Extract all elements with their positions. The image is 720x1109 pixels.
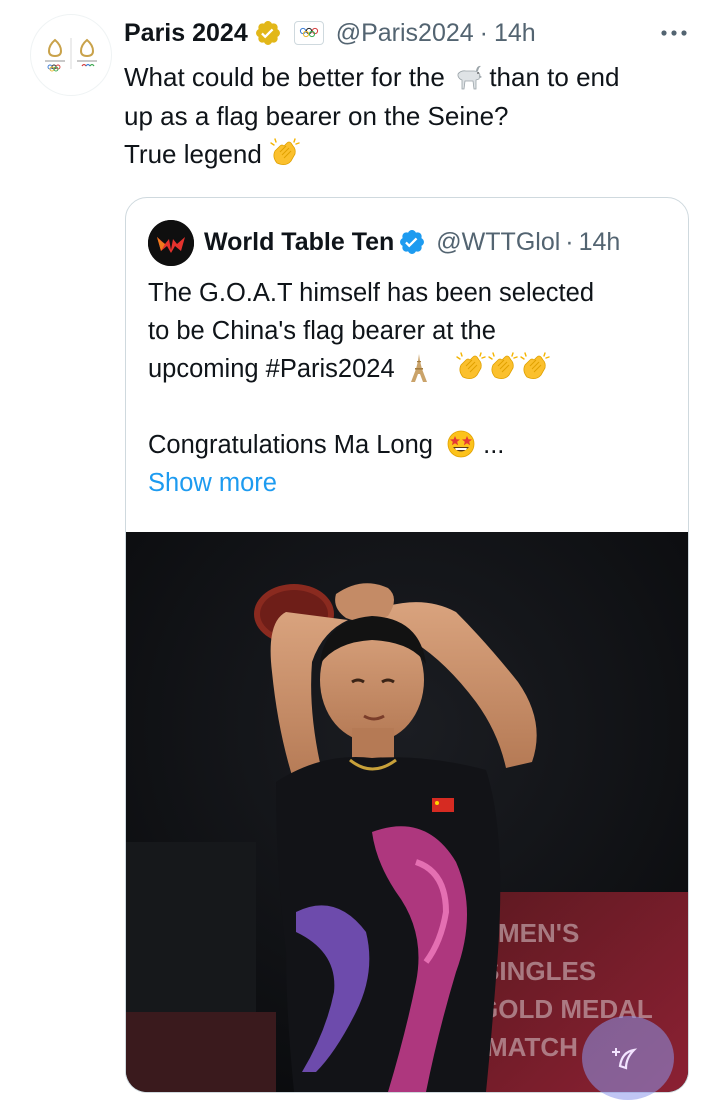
tweet-body: What could be better for the than to end… <box>124 58 704 174</box>
svg-text:MEN'S: MEN'S <box>498 918 579 948</box>
quoted-author-handle[interactable]: @WTTGlol <box>436 228 560 257</box>
quoted-tweet-card[interactable]: World Table Ten @WTTGlol · 14h The G.O.A… <box>125 197 689 1093</box>
eiffel-tower-emoji-icon <box>408 353 434 383</box>
show-more-link[interactable]: Show more <box>148 464 668 502</box>
quoted-text-ellipsis: ... <box>483 431 505 459</box>
more-options-icon[interactable] <box>656 16 692 50</box>
star-struck-emoji-icon <box>446 429 476 459</box>
tweet-text-line-3: True legend <box>124 139 262 169</box>
goat-emoji-icon <box>452 62 483 92</box>
quoted-author-display-name[interactable]: World Table Ten <box>204 228 394 257</box>
author-display-name[interactable]: Paris 2024 <box>124 19 248 48</box>
clapping-hands-emoji-icon <box>269 137 300 167</box>
watermark-icon <box>612 1048 638 1070</box>
quoted-text-line-4: Congratulations Ma Long <box>148 431 433 459</box>
svg-text:SINGLES: SINGLES <box>482 956 596 986</box>
quoted-tweet-body: The G.O.A.T himself has been selected to… <box>148 274 668 502</box>
tweet-text-line-2: up as a flag bearer on the Seine? <box>124 100 509 131</box>
quoted-text-line-1: The G.O.A.T himself has been selected <box>148 279 595 307</box>
olympic-rings-icon[interactable] <box>293 21 324 45</box>
quoted-tweet-photo[interactable]: MEN'S SINGLES GOLD MEDAL MATCH <box>126 532 688 1092</box>
photo-table-tennis-player-icon: MEN'S SINGLES GOLD MEDAL MATCH <box>126 532 688 1092</box>
quoted-author-avatar[interactable] <box>148 220 194 266</box>
tweet-header: Paris 2024 @Paris2024 · 14h <box>124 14 692 52</box>
svg-text:MATCH: MATCH <box>486 1032 578 1062</box>
blue-verified-badge-icon[interactable] <box>398 228 426 256</box>
gold-verified-badge-icon[interactable] <box>254 19 282 47</box>
tweet-text-line-1b: than to end <box>489 62 620 92</box>
quoted-tweet-timestamp[interactable]: 14h <box>579 228 621 257</box>
tweet-timestamp[interactable]: 14h <box>494 19 536 48</box>
paris-2024-logo <box>45 38 97 72</box>
wtt-logo <box>148 220 194 266</box>
quoted-text-line-3: upcoming #Paris2024 <box>148 355 395 383</box>
tweet-text-line-1a: What could be better for the <box>124 62 445 92</box>
separator-dot: · <box>565 227 574 256</box>
watermark-badge <box>582 1016 674 1100</box>
author-handle[interactable]: @Paris2024 <box>336 19 474 48</box>
quoted-text-line-2: to be China's flag bearer at the <box>148 317 496 345</box>
quoted-tweet-header: World Table Ten @WTTGlol · 14h <box>204 222 620 262</box>
clapping-hands-emoji-icon <box>455 351 551 381</box>
author-avatar[interactable] <box>30 14 112 96</box>
separator-dot: · <box>479 18 488 47</box>
